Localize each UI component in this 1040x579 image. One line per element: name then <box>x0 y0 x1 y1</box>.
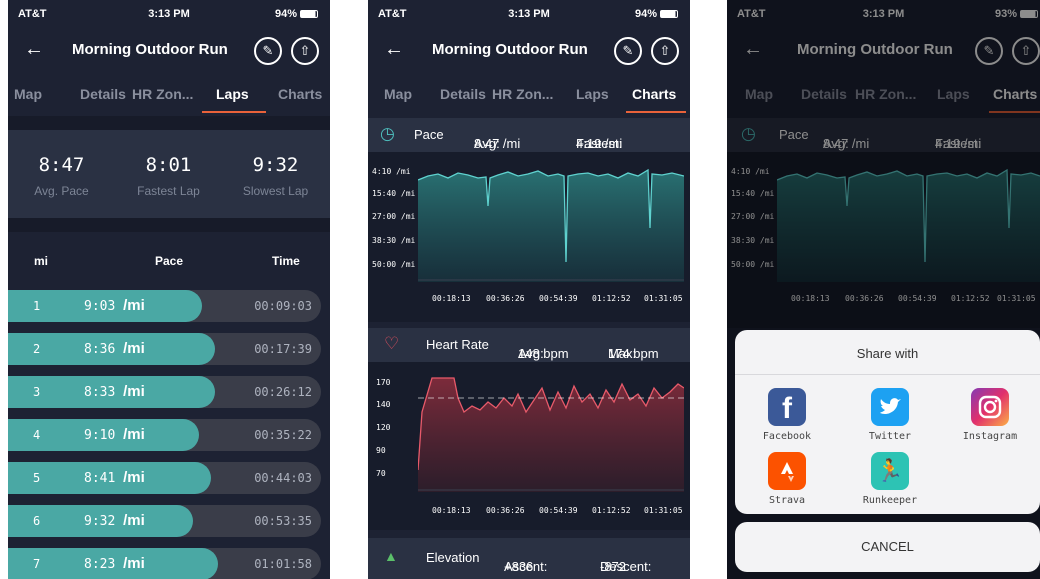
lap-pace: 9:32 /mi <box>84 512 145 529</box>
tab-map[interactable]: Map <box>14 86 42 102</box>
pace-chart: 4:10 /mi 15:40 /mi 27:00 /mi 38:30 /mi 5… <box>368 152 690 322</box>
share-sheet-title: Share with <box>856 346 919 361</box>
lap-cumulative-time: 00:44:03 <box>254 471 312 485</box>
lap-pace: 8:33 /mi <box>84 383 145 400</box>
charts-screen: AT&T 3:13 PM 94% ← Morning Outdoor Run ✎… <box>368 0 690 579</box>
strava-icon <box>768 452 806 490</box>
lap-cumulative-time: 00:09:03 <box>254 299 312 313</box>
lap-number: 7 <box>33 557 41 571</box>
lap-number: 2 <box>33 342 41 356</box>
column-pace: Pace <box>155 254 184 268</box>
avg-pace-stat: 8:47 Avg. Pace <box>34 154 89 198</box>
lap-row[interactable]: 3 8:33 /mi 00:26:12 <box>8 376 321 408</box>
lap-summary: 8:47 Avg. Pace 8:01 Fastest Lap 9:32 Slo… <box>8 130 330 218</box>
tab-charts[interactable]: Charts <box>632 86 676 102</box>
page-title: Morning Outdoor Run <box>432 41 588 58</box>
lap-pace: 8:41 /mi <box>84 469 145 486</box>
lap-cumulative-time: 00:53:35 <box>254 514 312 528</box>
tab-laps[interactable]: Laps <box>576 86 609 102</box>
lap-number: 3 <box>33 385 41 399</box>
share-sheet: Share with f Facebook Twitter Instagram … <box>735 330 1040 514</box>
lap-row[interactable]: 2 8:36 /mi 00:17:39 <box>8 333 321 365</box>
facebook-icon: f <box>768 388 806 426</box>
active-tab-indicator <box>626 111 686 113</box>
heart-rate-chart-header: ♡ Heart Rate Avg: 148 bpm Max: 174 bpm <box>368 328 690 362</box>
share-twitter-button[interactable]: Twitter <box>850 388 930 442</box>
lap-number: 6 <box>33 514 41 528</box>
tab-bar: Map Details HR Zon... Laps Charts <box>368 76 690 116</box>
lap-pace: 8:23 /mi <box>84 555 145 572</box>
lap-pace: 9:10 /mi <box>84 426 145 443</box>
tab-laps[interactable]: Laps <box>216 86 249 102</box>
status-bar: AT&T 3:13 PM 94% <box>368 0 690 28</box>
heart-icon: ♡ <box>384 334 400 353</box>
mountain-icon: ▲ <box>384 548 398 564</box>
tab-details[interactable]: Details <box>440 86 486 102</box>
lap-number: 1 <box>33 299 41 313</box>
battery-icon <box>660 10 678 18</box>
pace-chart-header: ◷ Pace Avg: 8:47 /mi Fastest: 4:19 /mi <box>368 118 690 152</box>
column-time: Time <box>272 254 300 268</box>
elevation-chart-header: ▲ Elevation Ascent: +836 Descent: -872 <box>368 538 690 579</box>
lap-cumulative-time: 00:17:39 <box>254 342 312 356</box>
lap-row[interactable]: 6 9:32 /mi 00:53:35 <box>8 505 321 537</box>
battery-indicator: 94% <box>635 8 678 20</box>
heart-rate-chart: 170 140 120 90 70 00:18:13 00:36:26 00:5… <box>368 362 690 530</box>
slowest-lap-stat: 9:32 Slowest Lap <box>242 154 309 198</box>
status-bar: AT&T 3:13 PM 94% <box>8 0 330 28</box>
share-strava-button[interactable]: Strava <box>747 452 827 506</box>
laps-screen: AT&T 3:13 PM 94% ← Morning Outdoor Run ✎… <box>8 0 330 579</box>
lap-row[interactable]: 7 8:23 /mi 01:01:58 <box>8 548 321 579</box>
top-bar: ← Morning Outdoor Run ✎ ⇧ <box>8 28 330 72</box>
tab-details[interactable]: Details <box>80 86 126 102</box>
active-tab-indicator <box>202 111 266 113</box>
tab-hr-zones[interactable]: HR Zon... <box>132 86 193 102</box>
divider <box>735 374 1040 375</box>
lap-row[interactable]: 5 8:41 /mi 00:44:03 <box>8 462 321 494</box>
share-icon: ⇧ <box>659 43 671 58</box>
pace-line <box>418 168 684 282</box>
share-button[interactable]: ⇧ <box>651 37 679 65</box>
share-button[interactable]: ⇧ <box>291 37 319 65</box>
lap-row[interactable]: 4 9:10 /mi 00:35:22 <box>8 419 321 451</box>
fastest-lap-stat: 8:01 Fastest Lap <box>137 154 200 198</box>
lap-pace: 8:36 /mi <box>84 340 145 357</box>
tab-bar: Map Details HR Zon... Laps Charts <box>8 76 330 116</box>
twitter-icon <box>871 388 909 426</box>
cancel-button[interactable]: CANCEL <box>735 522 1040 572</box>
heart-rate-line <box>418 377 684 492</box>
runkeeper-icon: 🏃 <box>871 452 909 490</box>
pencil-icon: ✎ <box>622 43 634 58</box>
tab-charts[interactable]: Charts <box>278 86 322 102</box>
lap-pace: 9:03 /mi <box>84 297 145 314</box>
instagram-icon <box>971 388 1009 426</box>
gauge-icon: ◷ <box>380 124 395 143</box>
share-instagram-button[interactable]: Instagram <box>950 388 1030 442</box>
share-screen: AT&T 3:13 PM 93% ← Morning Outdoor Run ✎… <box>727 0 1040 579</box>
column-mi: mi <box>34 254 49 268</box>
lap-cumulative-time: 00:35:22 <box>254 428 312 442</box>
tab-map[interactable]: Map <box>384 86 412 102</box>
top-bar: ← Morning Outdoor Run ✎ ⇧ <box>368 28 690 72</box>
share-icon: ⇧ <box>299 43 311 58</box>
back-icon[interactable]: ← <box>24 38 44 61</box>
lap-number: 4 <box>33 428 41 442</box>
lap-number: 5 <box>33 471 41 485</box>
lap-row[interactable]: 1 9:03 /mi 00:09:03 <box>8 290 321 322</box>
tab-hr-zones[interactable]: HR Zon... <box>492 86 553 102</box>
edit-button[interactable]: ✎ <box>614 37 642 65</box>
lap-cumulative-time: 01:01:58 <box>254 557 312 571</box>
laps-table-header: mi Pace Time <box>8 232 330 288</box>
back-icon[interactable]: ← <box>384 38 404 61</box>
pencil-icon: ✎ <box>262 43 274 58</box>
battery-icon <box>300 10 318 18</box>
share-facebook-button[interactable]: f Facebook <box>747 388 827 442</box>
page-title: Morning Outdoor Run <box>72 41 228 58</box>
edit-button[interactable]: ✎ <box>254 37 282 65</box>
lap-cumulative-time: 00:26:12 <box>254 385 312 399</box>
share-runkeeper-button[interactable]: 🏃 Runkeeper <box>850 452 930 506</box>
battery-indicator: 94% <box>275 8 318 20</box>
